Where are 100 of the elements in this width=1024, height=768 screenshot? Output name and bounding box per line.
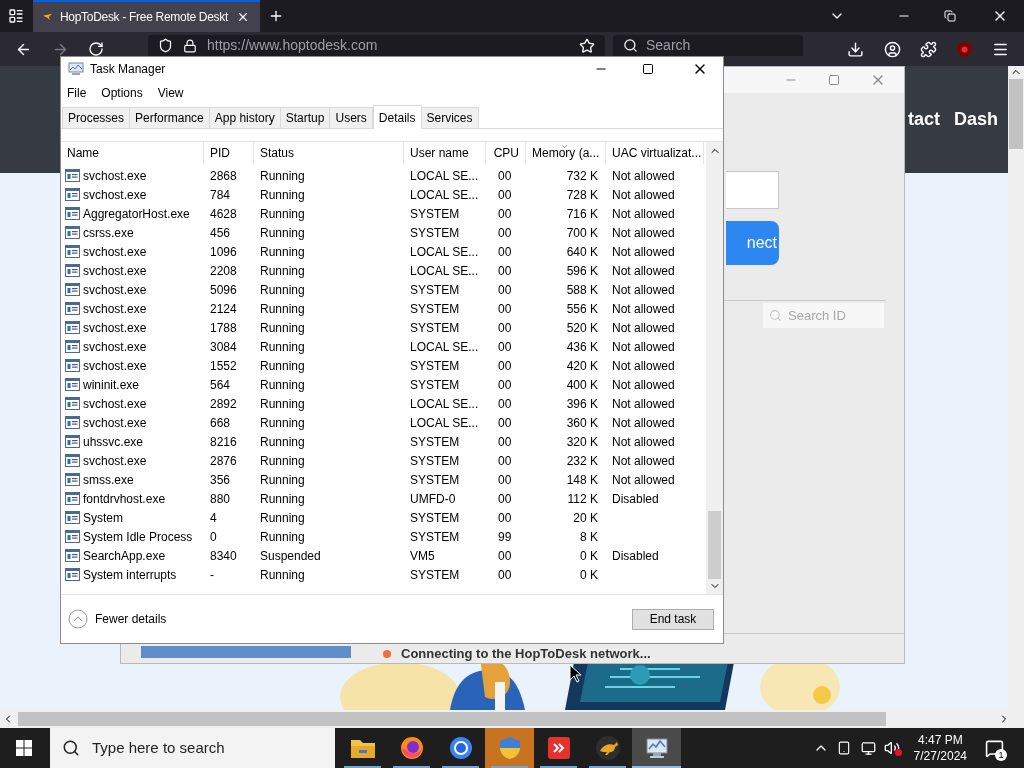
tab[interactable]: Details — [372, 105, 422, 129]
tab[interactable]: Processes — [62, 107, 131, 128]
process-icon — [65, 397, 80, 410]
id-input-field[interactable] — [726, 171, 779, 209]
memory-cell-text: 400 K — [565, 376, 599, 394]
status-cell-text: Running — [259, 490, 306, 508]
search-placeholder: Search — [646, 36, 691, 55]
tab[interactable]: Startup — [279, 107, 331, 128]
scrollbar-thumb[interactable] — [708, 511, 721, 579]
user-cell-text: SYSTEM — [409, 224, 461, 242]
column-header[interactable]: User name — [404, 142, 486, 164]
user-cell-text: LOCAL SE... — [409, 395, 480, 413]
process-name: svchost.exe — [83, 338, 147, 356]
reload-icon[interactable] — [88, 41, 104, 57]
download-icon[interactable] — [847, 40, 864, 58]
process-name: fontdrvhost.exe — [83, 490, 166, 508]
vertical-scrollbar[interactable] — [1008, 66, 1024, 710]
cpu-cell-text: 00 — [497, 509, 513, 527]
horizontal-scrollbar[interactable] — [0, 710, 1024, 728]
process-name: svchost.exe — [83, 357, 147, 375]
list-scrollbar[interactable] — [706, 142, 723, 594]
memory-cell-text: 396 K — [565, 395, 599, 413]
close-tab-icon[interactable] — [236, 10, 250, 24]
uac-cell-text: Disabled — [611, 490, 660, 508]
memory-cell-text: 8 K — [579, 528, 599, 546]
column-header[interactable]: CPU — [486, 142, 526, 164]
column-header[interactable]: UAC virtualizat... — [606, 142, 704, 164]
status-cell-text: Running — [259, 376, 306, 394]
network-icon[interactable] — [860, 740, 876, 756]
uac-cell-text: Not allowed — [611, 186, 676, 204]
tab[interactable]: Services — [420, 107, 479, 128]
tab[interactable]: App history — [208, 107, 281, 128]
tab[interactable]: Performance — [129, 107, 210, 128]
status-cell-text: Running — [259, 566, 306, 584]
column-header[interactable]: Status — [254, 142, 404, 164]
scrollbar-thumb[interactable] — [18, 712, 886, 726]
browser-icon — [448, 736, 473, 760]
pid-cell-text: 3084 — [209, 338, 238, 356]
remote-app-icon — [546, 736, 571, 760]
account-icon[interactable] — [884, 40, 901, 58]
process-icon — [65, 530, 80, 543]
end-task-button[interactable]: End task — [632, 608, 714, 630]
scrollbar-thumb[interactable] — [1009, 79, 1023, 149]
column-header[interactable]: Name — [61, 142, 204, 164]
bookmark-star-icon[interactable] — [579, 37, 595, 54]
pid-cell-text: 8216 — [209, 433, 238, 451]
extensions-icon[interactable] — [920, 40, 937, 58]
clock-time[interactable]: 4:47 PM — [917, 732, 963, 748]
fewer-details-button[interactable]: Fewer details — [68, 609, 167, 629]
process-icon — [65, 492, 80, 505]
pid-cell-text: - — [209, 566, 215, 584]
chevron-up-circle-icon — [68, 609, 88, 629]
search-icon — [62, 739, 80, 757]
taskbar-search-field[interactable]: Type here to search — [50, 728, 335, 768]
pid-cell-text: 784 — [209, 186, 232, 204]
memory-cell-text: 596 K — [565, 262, 599, 280]
tab-list-icon[interactable] — [8, 8, 24, 24]
memory-cell-text: 148 K — [565, 471, 599, 489]
maximize-icon[interactable] — [642, 63, 654, 75]
menu-item[interactable]: View — [157, 84, 184, 102]
browser-tab[interactable]: HopToDesk - Free Remote Deskt — [33, 0, 260, 32]
user-cell-text: SYSTEM — [409, 528, 461, 546]
menu-item[interactable]: Options — [101, 84, 143, 102]
process-name: wininit.exe — [83, 376, 140, 394]
status-cell-text: Running — [259, 243, 306, 261]
uac-cell-text: Not allowed — [611, 414, 676, 432]
uac-cell-text: Not allowed — [611, 395, 676, 413]
status-cell-text: Running — [259, 186, 306, 204]
nav-link[interactable]: tact — [908, 106, 940, 133]
menu-item[interactable]: File — [67, 84, 87, 102]
new-tab-icon[interactable] — [268, 8, 284, 24]
restore-icon[interactable] — [944, 10, 956, 22]
status-cell-text: Running — [259, 167, 306, 185]
search-field[interactable]: Search — [613, 35, 803, 56]
shield-extension-icon[interactable] — [956, 40, 973, 58]
cpu-cell-text: 00 — [497, 167, 513, 185]
uac-cell-text: Not allowed — [611, 262, 676, 280]
uac-cell-text: Not allowed — [611, 471, 676, 489]
process-icon — [65, 283, 80, 296]
cpu-cell-text: 00 — [497, 338, 513, 356]
process-name: svchost.exe — [83, 452, 147, 470]
clock-date[interactable]: 7/27/2024 — [913, 748, 967, 764]
connect-button[interactable]: nect — [726, 221, 779, 265]
address-bar[interactable]: https://www.hoptodesk.com — [148, 35, 605, 56]
column-header[interactable]: Memory (a... — [526, 142, 606, 164]
windows-logo-icon[interactable] — [16, 740, 32, 756]
cpu-cell-text: 00 — [497, 262, 513, 280]
status-cell-text: Running — [259, 395, 306, 413]
taskbar-app[interactable] — [632, 728, 681, 768]
tablet-icon[interactable] — [836, 741, 851, 755]
process-name: svchost.exe — [83, 414, 147, 432]
pid-cell-text: 1096 — [209, 243, 238, 261]
cpu-cell-text: 00 — [497, 186, 513, 204]
pid-cell-text: 2892 — [209, 395, 238, 413]
notifications-button[interactable]: 1 — [985, 738, 1004, 758]
nav-link[interactable]: Dash — [954, 106, 999, 133]
status-cell-text: Running — [259, 281, 306, 299]
volume-muted-icon[interactable] — [883, 740, 900, 756]
column-header[interactable]: PID — [204, 142, 254, 164]
tab[interactable]: Users — [329, 107, 373, 128]
